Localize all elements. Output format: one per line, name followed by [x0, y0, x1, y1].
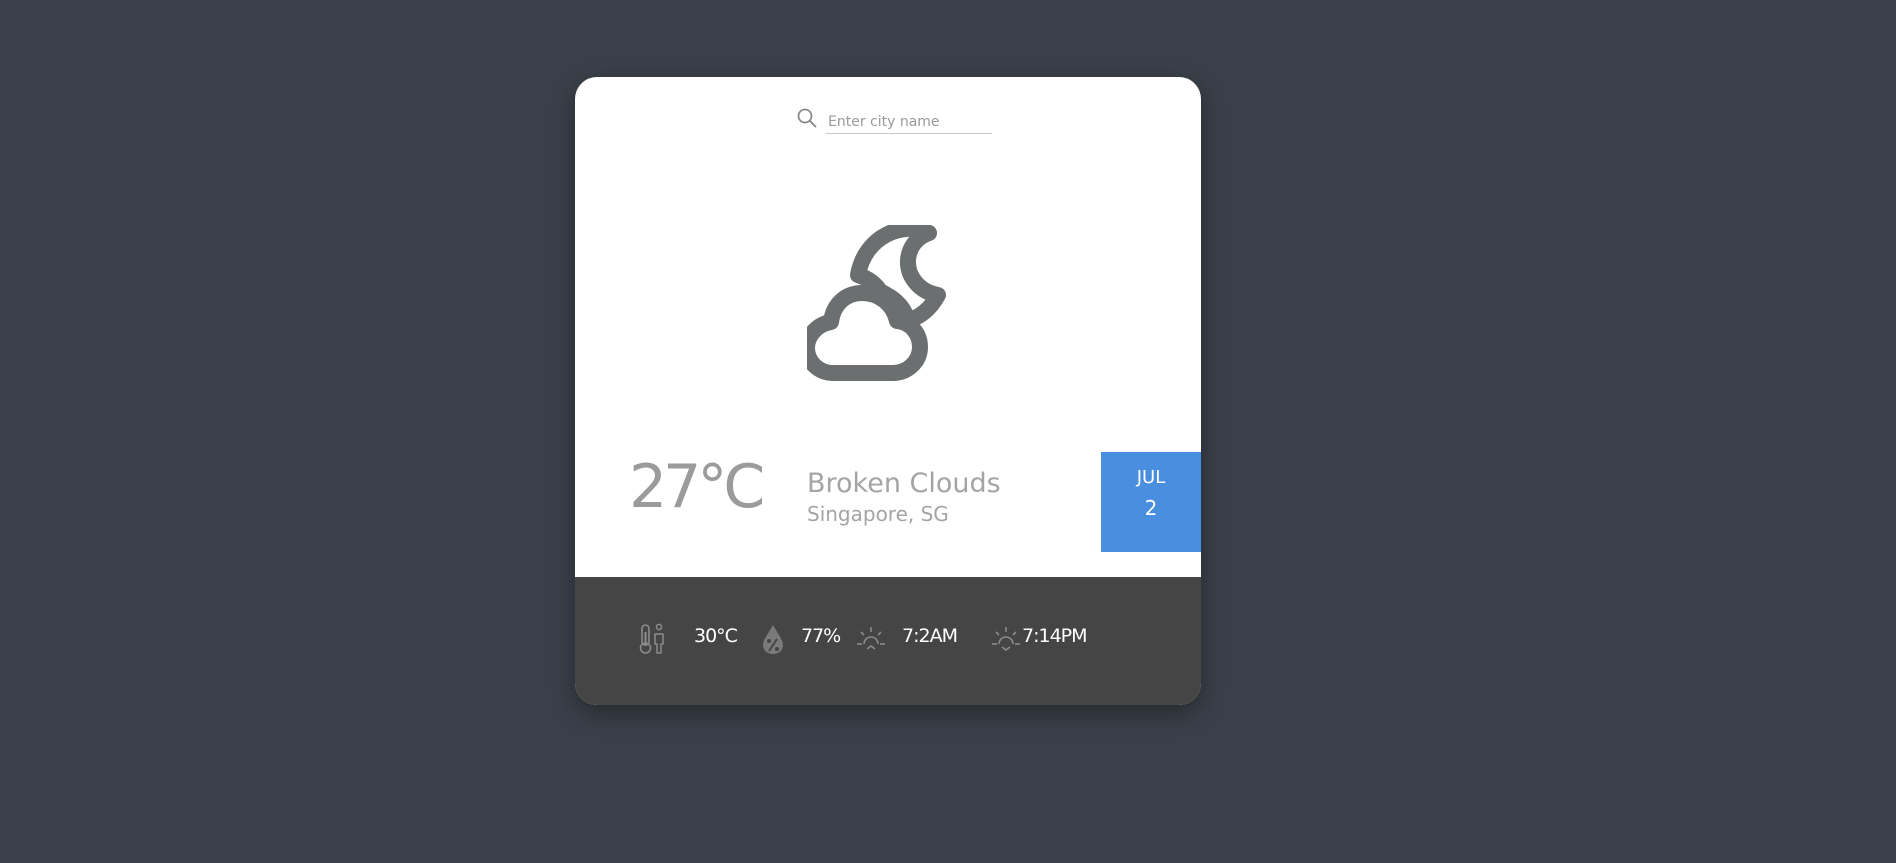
- weather-description: Broken Clouds: [807, 468, 1001, 499]
- date-day: 2: [1144, 496, 1158, 520]
- humidity-value: 77%: [801, 625, 841, 647]
- search-icon: [797, 108, 817, 128]
- humidity-drop-icon: [763, 625, 783, 654]
- date-month: JUL: [1136, 467, 1166, 488]
- date-badge: JUL 2: [1101, 452, 1201, 552]
- sunset-icon: [992, 627, 1020, 651]
- city-search-input[interactable]: [826, 111, 992, 134]
- temperature: 27°C: [629, 452, 765, 522]
- details-bar: 30°C 77% 7:2AM 7:14PM: [575, 577, 1201, 705]
- sunrise-value: 7:2AM: [902, 625, 958, 647]
- sunrise-icon: [857, 627, 885, 650]
- weather-card: 27°C Broken Clouds Singapore, SG JUL 2 3…: [575, 77, 1201, 705]
- search-bar: [796, 107, 996, 137]
- thermometer-person-icon: [639, 623, 664, 654]
- cloud-moon-icon: [807, 225, 946, 381]
- sunset-value: 7:14PM: [1022, 625, 1088, 647]
- location-label: Singapore, SG: [807, 502, 949, 526]
- feels-like-value: 30°C: [694, 625, 738, 647]
